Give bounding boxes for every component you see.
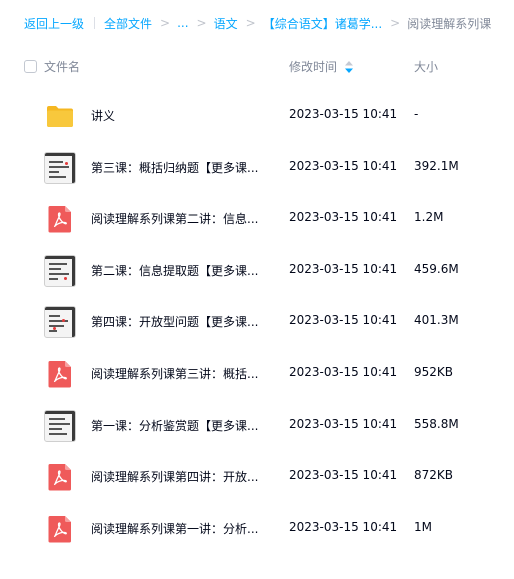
sort-icon[interactable] xyxy=(343,59,355,75)
file-size: 872KB xyxy=(414,468,454,483)
file-name: 第一课：分析鉴赏题【更多课... xyxy=(91,418,259,433)
file-name: 第四课：开放型问题【更多课... xyxy=(91,315,259,330)
file-row[interactable]: 第一课：分析鉴赏题【更多课... 2023-03-15 10:41 558.8M xyxy=(0,400,514,452)
file-row[interactable]: 阅读理解系列课第三讲：概括... 2023-03-15 10:41 952KB xyxy=(0,348,514,400)
video-thumbnail xyxy=(44,409,76,442)
file-modified-time: 2023-03-15 10:41 xyxy=(289,158,398,173)
chevron-right-icon: > xyxy=(390,16,401,30)
file-row[interactable]: 讲义 2023-03-15 10:41 - xyxy=(0,90,514,142)
file-size: 1.2M xyxy=(414,210,444,225)
file-size: 392.1M xyxy=(414,158,459,173)
file-size: 952KB xyxy=(414,364,454,379)
breadcrumb-zhuge[interactable]: 【综合语文】诸葛学... xyxy=(263,15,382,32)
file-row[interactable]: 第二课：信息提取题【更多课... 2023-03-15 10:41 459.6M xyxy=(0,245,514,297)
pdf-icon xyxy=(44,461,76,493)
file-modified-time: 2023-03-15 10:41 xyxy=(289,364,398,379)
file-row[interactable]: 第三课：概括归纳题【更多课... 2023-03-15 10:41 392.1M xyxy=(0,142,514,194)
file-modified-time: 2023-03-15 10:41 xyxy=(289,261,398,276)
file-name: 第三课：概括归纳题【更多课... xyxy=(91,160,259,175)
file-row[interactable]: 阅读理解系列课第二讲：信息... 2023-03-15 10:41 1.2M xyxy=(0,193,514,245)
file-size: 459.6M xyxy=(414,261,459,276)
select-all-checkbox[interactable] xyxy=(24,60,37,73)
column-header-name[interactable]: 文件名 xyxy=(44,58,80,75)
file-size: 401.3M xyxy=(414,313,459,328)
file-name: 第二课：信息提取题【更多课... xyxy=(91,263,259,278)
breadcrumb-yuwen[interactable]: 语文 xyxy=(214,15,238,32)
file-row[interactable]: 第四课：开放型问题【更多课... 2023-03-15 10:41 401.3M xyxy=(0,296,514,348)
file-name: 讲义 xyxy=(91,109,116,123)
pdf-icon xyxy=(44,358,76,390)
file-modified-time: 2023-03-15 10:41 xyxy=(289,519,398,534)
pdf-icon xyxy=(44,513,76,545)
breadcrumb: 返回上一级 全部文件 > ... > 语文 > 【综合语文】诸葛学... > 阅… xyxy=(24,14,491,32)
video-thumbnail xyxy=(44,306,76,339)
column-header-time[interactable]: 修改时间 xyxy=(289,58,337,75)
file-size: 1M xyxy=(414,519,432,534)
file-size: - xyxy=(414,107,419,121)
file-size: 558.8M xyxy=(414,416,459,431)
video-thumbnail xyxy=(44,151,76,184)
file-row[interactable]: 阅读理解系列课第四讲：开放... 2023-03-15 10:41 872KB xyxy=(0,451,514,503)
pdf-icon xyxy=(44,203,76,235)
file-list: 讲义 2023-03-15 10:41 - 第三课：概括归纳题【更多课... 2… xyxy=(0,90,514,554)
column-header-size[interactable]: 大小 xyxy=(414,58,438,75)
file-modified-time: 2023-03-15 10:41 xyxy=(289,107,398,121)
file-modified-time: 2023-03-15 10:41 xyxy=(289,468,398,483)
file-name: 阅读理解系列课第四讲：开放... xyxy=(91,470,259,485)
back-link[interactable]: 返回上一级 xyxy=(24,15,84,32)
folder-icon xyxy=(44,100,76,132)
chevron-right-icon: > xyxy=(196,16,207,30)
file-name: 阅读理解系列课第三讲：概括... xyxy=(91,366,259,381)
file-modified-time: 2023-03-15 10:41 xyxy=(289,313,398,328)
breadcrumb-divider xyxy=(94,17,96,29)
file-name: 阅读理解系列课第二讲：信息... xyxy=(91,212,259,227)
video-thumbnail xyxy=(44,254,76,287)
file-modified-time: 2023-03-15 10:41 xyxy=(289,210,398,225)
chevron-right-icon: > xyxy=(245,16,256,30)
file-row[interactable]: 阅读理解系列课第一讲：分析... 2023-03-15 10:41 1M xyxy=(0,503,514,555)
file-name: 阅读理解系列课第一讲：分析... xyxy=(91,521,259,536)
breadcrumb-ellipsis[interactable]: ... xyxy=(177,16,188,30)
breadcrumb-all-files[interactable]: 全部文件 xyxy=(104,15,152,32)
file-modified-time: 2023-03-15 10:41 xyxy=(289,416,398,431)
chevron-right-icon: > xyxy=(160,16,171,30)
breadcrumb-current: 阅读理解系列课 xyxy=(407,16,492,31)
file-list-header: 文件名 修改时间 大小 xyxy=(0,50,514,84)
